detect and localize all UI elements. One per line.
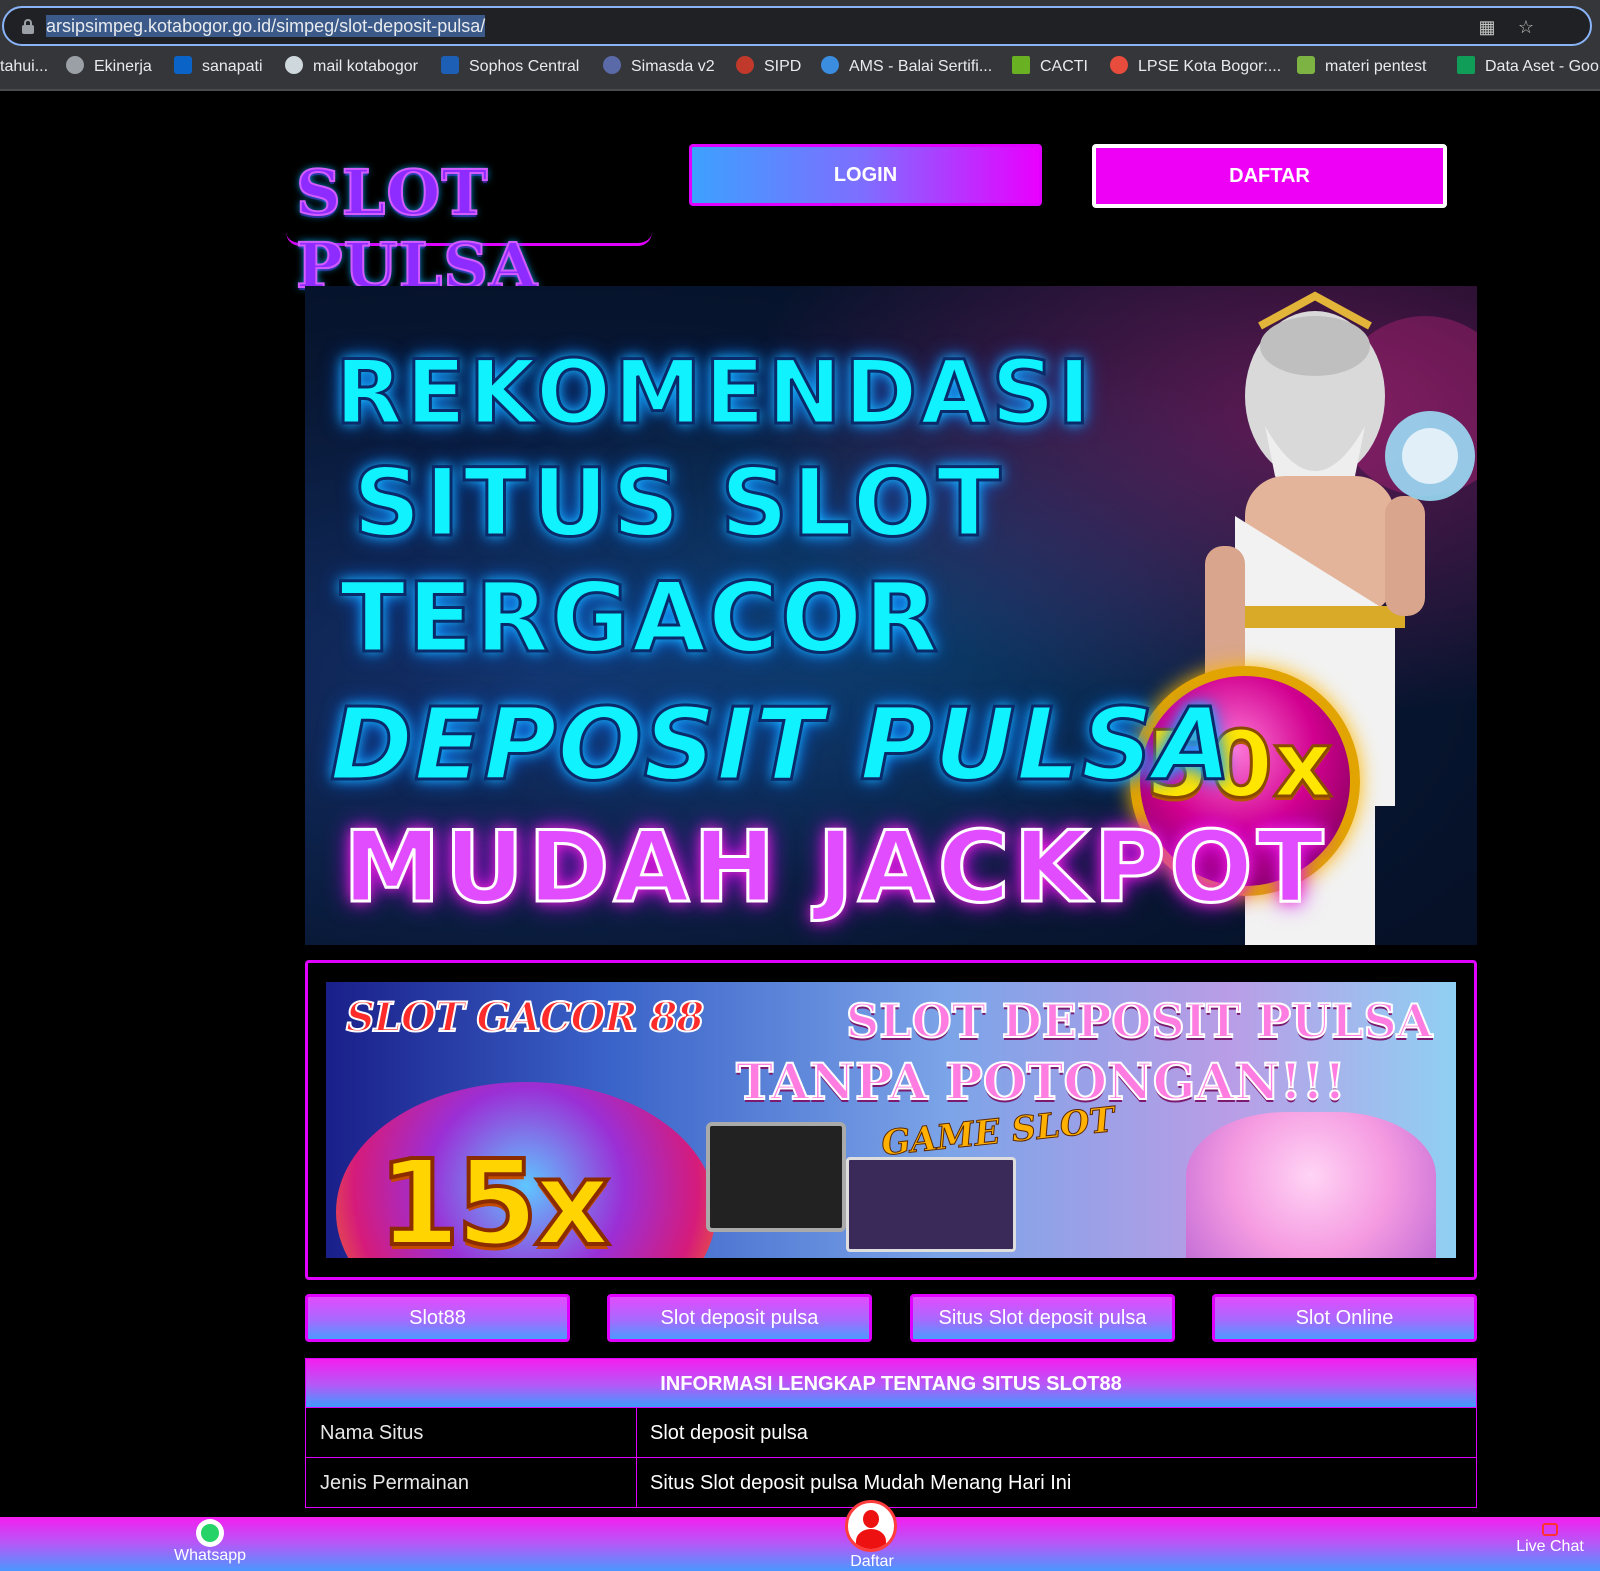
daftar-button[interactable]: DAFTAR <box>1092 144 1447 208</box>
bookmark-item[interactable]: CACTI <box>1012 56 1088 78</box>
globe-icon <box>66 56 84 74</box>
promo-brand-title: SLOT GACOR 88 <box>345 993 705 1042</box>
bookmark-item[interactable]: SIPD <box>736 56 801 78</box>
bookmark-item[interactable]: Sophos Central <box>441 56 579 78</box>
mail-icon <box>285 56 303 74</box>
address-bar[interactable]: arsipsimpeg.kotabogor.go.id/simpeg/slot-… <box>2 6 1592 46</box>
pentest-icon <box>1297 56 1315 74</box>
column-divider <box>636 1408 637 1457</box>
sheets-icon <box>1457 56 1475 74</box>
bookmark-item[interactable]: AMS - Balai Sertifi... <box>821 56 992 78</box>
candy-machine-graphic <box>1186 1112 1436 1258</box>
daftar-bottom-label: Daftar <box>850 1553 894 1570</box>
whatsapp-label: Whatsapp <box>173 1547 247 1564</box>
info-table-header: INFORMASI LENGKAP TENTANG SITUS SLOT88 <box>305 1358 1477 1408</box>
bookmark-item[interactable]: Data Aset - Goo <box>1457 56 1599 78</box>
live-chat-label: Live Chat <box>1516 1538 1584 1555</box>
laptop-graphic <box>846 1157 1016 1252</box>
row-value: Situs Slot deposit pulsa Mudah Menang Ha… <box>650 1472 1072 1494</box>
nav-button-slot-deposit-pulsa[interactable]: Slot deposit pulsa <box>607 1294 872 1342</box>
hero-line-3: TERGACOR <box>338 561 941 676</box>
hero-line-5: MUDAH JACKPOT <box>342 810 1328 927</box>
hero-line-4: DEPOSIT PULSA <box>329 685 1234 805</box>
qr-code-icon[interactable]: ▦ <box>1477 17 1497 37</box>
outlook-icon <box>174 56 192 74</box>
login-button[interactable]: LOGIN <box>689 144 1042 206</box>
bookmark-item[interactable]: mail kotabogor <box>285 56 418 78</box>
bookmark-item[interactable]: sanapati <box>174 56 263 78</box>
page: SLOT PULSA LOGIN DAFTAR 50x REKOMENDASI … <box>0 91 1600 1571</box>
info-table: INFORMASI LENGKAP TENTANG SITUS SLOT88 N… <box>305 1358 1477 1508</box>
ams-icon <box>821 56 839 74</box>
url-text[interactable]: arsipsimpeg.kotabogor.go.id/simpeg/slot-… <box>46 15 486 37</box>
promo-banner-frame: SLOT GACOR 88 SLOT DEPOSIT PULSA TANPA P… <box>305 960 1477 1280</box>
hero-line-1: REKOMENDASI <box>334 340 1094 446</box>
whatsapp-button[interactable]: Whatsapp <box>170 1519 250 1565</box>
sophos-icon <box>441 56 459 74</box>
row-label: Nama Situs <box>320 1422 424 1444</box>
nav-button-slot-online[interactable]: Slot Online <box>1212 1294 1477 1342</box>
simasda-icon <box>603 56 621 74</box>
site-logo[interactable]: SLOT PULSA <box>286 146 652 303</box>
promo-title-line-1: SLOT DEPOSIT PULSA <box>845 993 1433 1049</box>
cacti-icon <box>1012 56 1030 74</box>
promo-multiplier: 15x <box>376 1132 612 1258</box>
browser-chrome: arsipsimpeg.kotabogor.go.id/simpeg/slot-… <box>0 0 1600 91</box>
hero-line-2: SITUS SLOT <box>352 448 1005 560</box>
sipd-icon <box>736 56 754 74</box>
bookmark-item[interactable]: tahui... <box>0 56 48 78</box>
bottom-action-bar: Whatsapp Daftar Live Chat <box>0 1517 1600 1571</box>
promo-banner[interactable]: SLOT GACOR 88 SLOT DEPOSIT PULSA TANPA P… <box>326 982 1456 1258</box>
bookmarks-bar: tahui... Ekinerja sanapati mail kotabogo… <box>0 52 1600 80</box>
lpse-icon <box>1110 56 1128 74</box>
hero-banner: 50x REKOMENDASI SITUS SLOT TERGACOR DEPO… <box>305 286 1477 945</box>
table-row: Nama Situs Slot deposit pulsa <box>305 1408 1477 1458</box>
row-label: Jenis Permainan <box>320 1472 469 1494</box>
daftar-bottom-label-wrap[interactable]: Daftar <box>832 1553 912 1571</box>
table-row: Jenis Permainan Situs Slot deposit pulsa… <box>305 1458 1477 1508</box>
bookmark-item[interactable]: materi pentest <box>1297 56 1426 78</box>
slot-machine-graphic <box>706 1122 846 1232</box>
column-divider <box>636 1458 637 1507</box>
nav-button-situs-slot-deposit-pulsa[interactable]: Situs Slot deposit pulsa <box>910 1294 1175 1342</box>
bookmark-item[interactable]: Ekinerja <box>66 56 152 78</box>
nav-button-slot88[interactable]: Slot88 <box>305 1294 570 1342</box>
lock-icon[interactable] <box>22 19 34 34</box>
whatsapp-icon <box>196 1519 224 1547</box>
logo-text: SLOT PULSA <box>295 155 539 303</box>
row-value: Slot deposit pulsa <box>650 1422 808 1444</box>
game-slot-logo: GAME SLOT <box>879 1099 1117 1165</box>
promo-title-line-2: TANPA POTONGAN!!! <box>735 1051 1347 1112</box>
bookmark-star-icon[interactable]: ☆ <box>1516 17 1536 37</box>
bookmark-item[interactable]: LPSE Kota Bogor:... <box>1110 56 1281 78</box>
live-chat-button[interactable]: Live Chat <box>1510 1523 1590 1556</box>
chat-icon <box>1542 1523 1558 1536</box>
user-icon[interactable] <box>845 1500 897 1552</box>
bookmark-item[interactable]: Simasda v2 <box>603 56 715 78</box>
